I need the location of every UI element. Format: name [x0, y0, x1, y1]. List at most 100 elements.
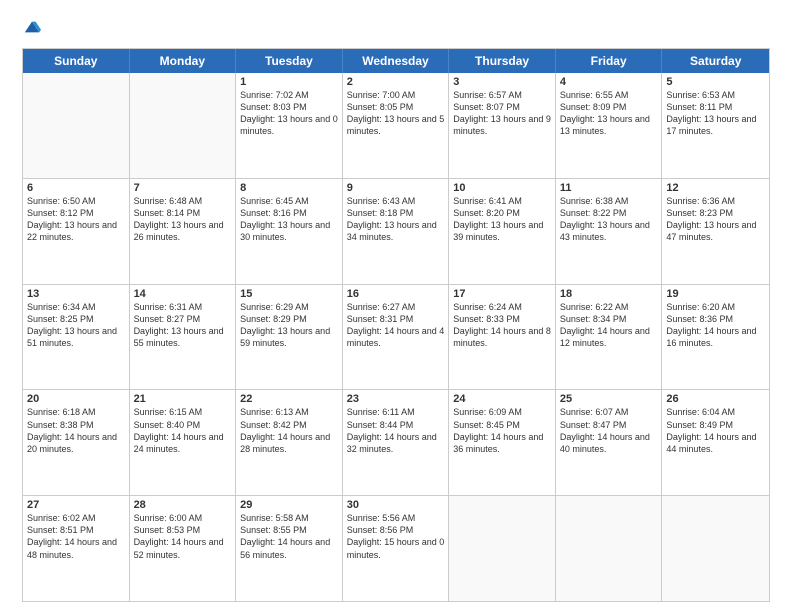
- day-cell-14: 14Sunrise: 6:31 AMSunset: 8:27 PMDayligh…: [130, 285, 237, 390]
- header-cell-monday: Monday: [130, 49, 237, 73]
- day-number: 3: [453, 76, 551, 88]
- calendar-header-row: SundayMondayTuesdayWednesdayThursdayFrid…: [23, 49, 769, 73]
- calendar-row-3: 13Sunrise: 6:34 AMSunset: 8:25 PMDayligh…: [23, 284, 769, 390]
- day-number: 21: [134, 393, 232, 405]
- day-cell-27: 27Sunrise: 6:02 AMSunset: 8:51 PMDayligh…: [23, 496, 130, 601]
- day-cell-22: 22Sunrise: 6:13 AMSunset: 8:42 PMDayligh…: [236, 390, 343, 495]
- day-cell-21: 21Sunrise: 6:15 AMSunset: 8:40 PMDayligh…: [130, 390, 237, 495]
- day-cell-10: 10Sunrise: 6:41 AMSunset: 8:20 PMDayligh…: [449, 179, 556, 284]
- header: [22, 18, 770, 38]
- day-cell-12: 12Sunrise: 6:36 AMSunset: 8:23 PMDayligh…: [662, 179, 769, 284]
- header-cell-thursday: Thursday: [449, 49, 556, 73]
- empty-cell-4-4: [449, 496, 556, 601]
- day-info: Sunrise: 5:58 AMSunset: 8:55 PMDaylight:…: [240, 512, 338, 561]
- day-cell-26: 26Sunrise: 6:04 AMSunset: 8:49 PMDayligh…: [662, 390, 769, 495]
- day-number: 25: [560, 393, 658, 405]
- day-number: 13: [27, 288, 125, 300]
- header-cell-sunday: Sunday: [23, 49, 130, 73]
- day-info: Sunrise: 7:00 AMSunset: 8:05 PMDaylight:…: [347, 89, 445, 138]
- day-number: 19: [666, 288, 765, 300]
- day-number: 14: [134, 288, 232, 300]
- day-info: Sunrise: 6:27 AMSunset: 8:31 PMDaylight:…: [347, 301, 445, 350]
- day-cell-19: 19Sunrise: 6:20 AMSunset: 8:36 PMDayligh…: [662, 285, 769, 390]
- day-cell-24: 24Sunrise: 6:09 AMSunset: 8:45 PMDayligh…: [449, 390, 556, 495]
- day-info: Sunrise: 6:02 AMSunset: 8:51 PMDaylight:…: [27, 512, 125, 561]
- day-info: Sunrise: 6:20 AMSunset: 8:36 PMDaylight:…: [666, 301, 765, 350]
- day-cell-8: 8Sunrise: 6:45 AMSunset: 8:16 PMDaylight…: [236, 179, 343, 284]
- day-number: 7: [134, 182, 232, 194]
- day-number: 23: [347, 393, 445, 405]
- day-info: Sunrise: 6:24 AMSunset: 8:33 PMDaylight:…: [453, 301, 551, 350]
- day-number: 12: [666, 182, 765, 194]
- day-cell-18: 18Sunrise: 6:22 AMSunset: 8:34 PMDayligh…: [556, 285, 663, 390]
- calendar-row-4: 20Sunrise: 6:18 AMSunset: 8:38 PMDayligh…: [23, 389, 769, 495]
- day-number: 6: [27, 182, 125, 194]
- day-info: Sunrise: 6:48 AMSunset: 8:14 PMDaylight:…: [134, 195, 232, 244]
- day-number: 9: [347, 182, 445, 194]
- page: SundayMondayTuesdayWednesdayThursdayFrid…: [0, 0, 792, 612]
- day-cell-1: 1Sunrise: 7:02 AMSunset: 8:03 PMDaylight…: [236, 73, 343, 178]
- day-info: Sunrise: 6:00 AMSunset: 8:53 PMDaylight:…: [134, 512, 232, 561]
- day-number: 20: [27, 393, 125, 405]
- day-cell-15: 15Sunrise: 6:29 AMSunset: 8:29 PMDayligh…: [236, 285, 343, 390]
- calendar-row-1: 1Sunrise: 7:02 AMSunset: 8:03 PMDaylight…: [23, 73, 769, 178]
- day-cell-5: 5Sunrise: 6:53 AMSunset: 8:11 PMDaylight…: [662, 73, 769, 178]
- empty-cell-4-6: [662, 496, 769, 601]
- calendar-row-5: 27Sunrise: 6:02 AMSunset: 8:51 PMDayligh…: [23, 495, 769, 601]
- header-cell-wednesday: Wednesday: [343, 49, 450, 73]
- day-info: Sunrise: 6:11 AMSunset: 8:44 PMDaylight:…: [347, 406, 445, 455]
- day-info: Sunrise: 6:55 AMSunset: 8:09 PMDaylight:…: [560, 89, 658, 138]
- day-number: 10: [453, 182, 551, 194]
- day-cell-20: 20Sunrise: 6:18 AMSunset: 8:38 PMDayligh…: [23, 390, 130, 495]
- day-info: Sunrise: 6:53 AMSunset: 8:11 PMDaylight:…: [666, 89, 765, 138]
- day-info: Sunrise: 6:31 AMSunset: 8:27 PMDaylight:…: [134, 301, 232, 350]
- day-cell-7: 7Sunrise: 6:48 AMSunset: 8:14 PMDaylight…: [130, 179, 237, 284]
- day-number: 15: [240, 288, 338, 300]
- day-cell-6: 6Sunrise: 6:50 AMSunset: 8:12 PMDaylight…: [23, 179, 130, 284]
- day-info: Sunrise: 6:57 AMSunset: 8:07 PMDaylight:…: [453, 89, 551, 138]
- day-cell-4: 4Sunrise: 6:55 AMSunset: 8:09 PMDaylight…: [556, 73, 663, 178]
- day-number: 22: [240, 393, 338, 405]
- day-number: 8: [240, 182, 338, 194]
- empty-cell-0-0: [23, 73, 130, 178]
- day-info: Sunrise: 6:04 AMSunset: 8:49 PMDaylight:…: [666, 406, 765, 455]
- day-cell-3: 3Sunrise: 6:57 AMSunset: 8:07 PMDaylight…: [449, 73, 556, 178]
- day-cell-9: 9Sunrise: 6:43 AMSunset: 8:18 PMDaylight…: [343, 179, 450, 284]
- day-info: Sunrise: 6:50 AMSunset: 8:12 PMDaylight:…: [27, 195, 125, 244]
- day-info: Sunrise: 6:13 AMSunset: 8:42 PMDaylight:…: [240, 406, 338, 455]
- logo: [22, 18, 41, 38]
- day-number: 11: [560, 182, 658, 194]
- day-cell-29: 29Sunrise: 5:58 AMSunset: 8:55 PMDayligh…: [236, 496, 343, 601]
- day-cell-17: 17Sunrise: 6:24 AMSunset: 8:33 PMDayligh…: [449, 285, 556, 390]
- day-cell-16: 16Sunrise: 6:27 AMSunset: 8:31 PMDayligh…: [343, 285, 450, 390]
- empty-cell-0-1: [130, 73, 237, 178]
- day-number: 30: [347, 499, 445, 511]
- day-info: Sunrise: 7:02 AMSunset: 8:03 PMDaylight:…: [240, 89, 338, 138]
- day-info: Sunrise: 6:45 AMSunset: 8:16 PMDaylight:…: [240, 195, 338, 244]
- day-info: Sunrise: 6:29 AMSunset: 8:29 PMDaylight:…: [240, 301, 338, 350]
- day-number: 18: [560, 288, 658, 300]
- day-cell-25: 25Sunrise: 6:07 AMSunset: 8:47 PMDayligh…: [556, 390, 663, 495]
- day-number: 2: [347, 76, 445, 88]
- day-info: Sunrise: 6:36 AMSunset: 8:23 PMDaylight:…: [666, 195, 765, 244]
- logo-icon: [23, 18, 41, 36]
- day-number: 27: [27, 499, 125, 511]
- day-info: Sunrise: 6:15 AMSunset: 8:40 PMDaylight:…: [134, 406, 232, 455]
- day-number: 28: [134, 499, 232, 511]
- day-info: Sunrise: 6:43 AMSunset: 8:18 PMDaylight:…: [347, 195, 445, 244]
- day-cell-13: 13Sunrise: 6:34 AMSunset: 8:25 PMDayligh…: [23, 285, 130, 390]
- day-number: 1: [240, 76, 338, 88]
- day-number: 29: [240, 499, 338, 511]
- day-info: Sunrise: 6:18 AMSunset: 8:38 PMDaylight:…: [27, 406, 125, 455]
- day-cell-28: 28Sunrise: 6:00 AMSunset: 8:53 PMDayligh…: [130, 496, 237, 601]
- header-cell-friday: Friday: [556, 49, 663, 73]
- day-cell-2: 2Sunrise: 7:00 AMSunset: 8:05 PMDaylight…: [343, 73, 450, 178]
- day-cell-30: 30Sunrise: 5:56 AMSunset: 8:56 PMDayligh…: [343, 496, 450, 601]
- day-info: Sunrise: 6:09 AMSunset: 8:45 PMDaylight:…: [453, 406, 551, 455]
- day-cell-11: 11Sunrise: 6:38 AMSunset: 8:22 PMDayligh…: [556, 179, 663, 284]
- day-number: 17: [453, 288, 551, 300]
- day-number: 24: [453, 393, 551, 405]
- day-info: Sunrise: 6:41 AMSunset: 8:20 PMDaylight:…: [453, 195, 551, 244]
- day-info: Sunrise: 6:34 AMSunset: 8:25 PMDaylight:…: [27, 301, 125, 350]
- day-number: 5: [666, 76, 765, 88]
